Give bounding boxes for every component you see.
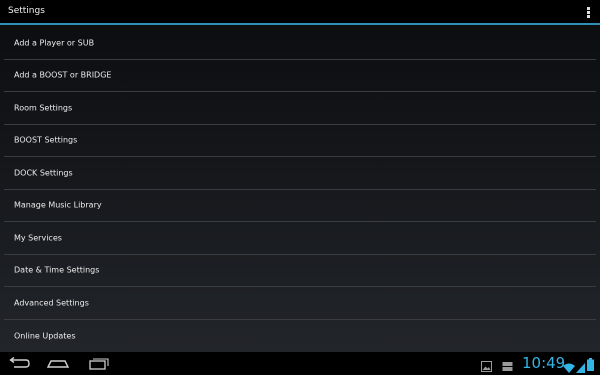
settings-item-room[interactable]: Room Settings <box>4 92 596 125</box>
settings-screen: Settings Add a Player or SUB Add a BOOST… <box>0 0 600 375</box>
settings-item-boost[interactable]: BOOST Settings <box>4 125 596 157</box>
settings-item-label: Room Settings <box>14 103 73 113</box>
settings-item-label: Add a BOOST or BRIDGE <box>14 70 112 80</box>
settings-item-online-updates[interactable]: Online Updates <box>4 320 596 353</box>
overflow-menu-icon[interactable] <box>587 7 591 19</box>
settings-item-dock[interactable]: DOCK Settings <box>4 157 596 190</box>
back-icon[interactable] <box>6 356 32 371</box>
settings-item-add-boost[interactable]: Add a BOOST or BRIDGE <box>4 60 596 92</box>
wifi-icon <box>563 358 575 375</box>
settings-item-date-time[interactable]: Date & Time Settings <box>4 255 596 287</box>
system-bar: 10:49 <box>0 352 600 375</box>
settings-item-my-services[interactable]: My Services <box>4 222 596 255</box>
settings-list: Add a Player or SUB Add a BOOST or BRIDG… <box>0 27 600 352</box>
home-icon[interactable] <box>45 356 71 371</box>
signal-icon <box>576 358 585 375</box>
settings-item-advanced[interactable]: Advanced Settings <box>4 287 596 320</box>
settings-item-label: My Services <box>14 233 62 243</box>
settings-item-label: Advanced Settings <box>14 298 89 308</box>
clock[interactable]: 10:49 <box>522 354 565 372</box>
settings-item-label: DOCK Settings <box>14 168 73 178</box>
settings-item-label: Manage Music Library <box>14 200 102 210</box>
action-bar: Settings <box>0 0 600 25</box>
settings-item-add-player[interactable]: Add a Player or SUB <box>4 27 596 60</box>
settings-item-music-library[interactable]: Manage Music Library <box>4 190 596 222</box>
settings-item-label: BOOST Settings <box>14 135 78 145</box>
settings-item-label: Date & Time Settings <box>14 265 100 275</box>
settings-item-label: Online Updates <box>14 331 76 341</box>
recent-apps-icon[interactable] <box>84 356 110 371</box>
storage-notification-icon[interactable] <box>502 357 513 375</box>
battery-icon <box>587 356 594 375</box>
settings-item-label: Add a Player or SUB <box>14 38 95 48</box>
gallery-notification-icon[interactable] <box>481 357 492 375</box>
page-title: Settings <box>8 6 45 16</box>
